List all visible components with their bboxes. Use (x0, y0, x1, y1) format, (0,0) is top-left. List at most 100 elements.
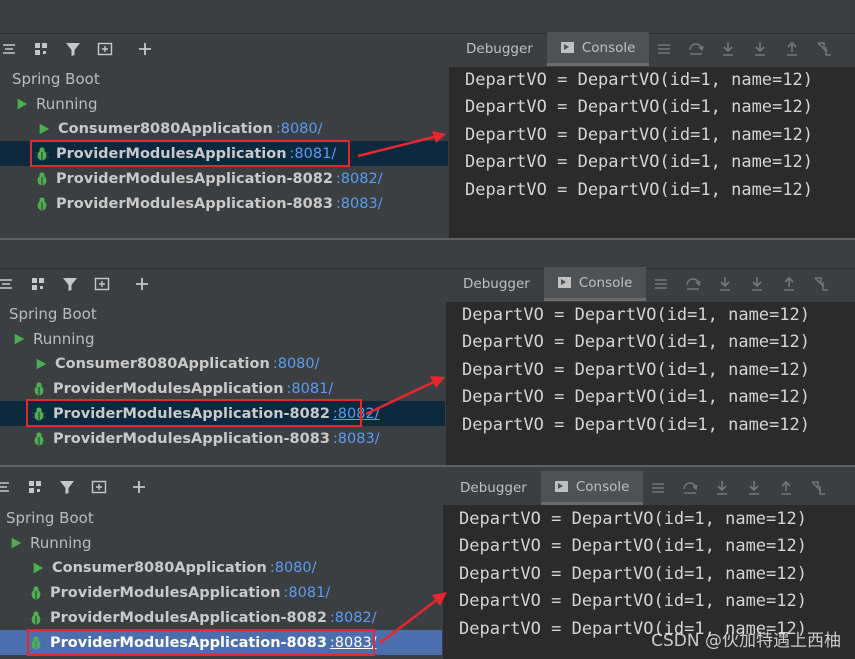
add-icon[interactable] (133, 275, 151, 293)
console-output[interactable]: DepartVO = DepartVO(id=1, name=12) Depar… (446, 302, 855, 465)
add-icon[interactable] (130, 478, 148, 496)
step-out-icon[interactable] (777, 479, 795, 497)
run-to-cursor-icon[interactable] (812, 275, 830, 293)
port-link[interactable]: :8080/ (273, 356, 320, 372)
menu-icon[interactable] (652, 275, 670, 293)
debug-bug-icon (34, 196, 50, 212)
port-link[interactable]: :8081/ (284, 585, 331, 601)
tab-console[interactable]: Console (546, 32, 650, 66)
annotation-arrow (365, 376, 445, 416)
debug-bug-icon (28, 610, 44, 626)
port-link[interactable]: :8080/ (270, 560, 317, 576)
collapse-all-icon[interactable] (0, 40, 18, 58)
tab-debugger[interactable]: Debugger (446, 471, 541, 505)
run-icon (8, 535, 24, 551)
group-by-icon[interactable] (29, 275, 47, 293)
step-over-icon[interactable] (687, 40, 705, 58)
console-line: DepartVO = DepartVO(id=1, name=12) (465, 180, 813, 200)
run-icon (30, 560, 46, 576)
new-tab-icon[interactable] (96, 40, 114, 58)
console-output[interactable]: DepartVO = DepartVO(id=1, name=12) Depar… (449, 67, 855, 238)
debug-tabs: Debugger Console (449, 267, 855, 301)
run-to-cursor-icon[interactable] (815, 40, 833, 58)
group-by-icon[interactable] (26, 478, 44, 496)
group-by-icon[interactable] (32, 40, 50, 58)
tree-app-provider8083[interactable]: ProviderModulesApplication-8083 :8083/ (0, 426, 445, 451)
tree-app-provider8083[interactable]: ProviderModulesApplication-8083 :8083/ (0, 191, 448, 216)
tree-app-provider8082[interactable]: ProviderModulesApplication-8082 :8082/ (0, 166, 448, 191)
force-step-into-icon[interactable] (748, 275, 766, 293)
console-icon (557, 277, 571, 288)
step-out-icon[interactable] (783, 40, 801, 58)
menu-icon[interactable] (655, 40, 673, 58)
tree-spring-boot[interactable]: Spring Boot (0, 66, 448, 91)
tree-app-provider8082[interactable]: ProviderModulesApplication-8082 :8082/ (0, 605, 442, 630)
tree-running[interactable]: Running (0, 326, 445, 351)
console-line: DepartVO = DepartVO(id=1, name=12) (462, 332, 810, 352)
console-line: DepartVO = DepartVO(id=1, name=12) (459, 591, 807, 611)
step-into-icon[interactable] (713, 479, 731, 497)
port-link[interactable]: :8080/ (276, 121, 323, 137)
debug-bug-icon (31, 431, 47, 447)
highlight-box (27, 629, 375, 656)
tree-spring-boot[interactable]: Spring Boot (0, 505, 442, 530)
filter-icon[interactable] (64, 40, 82, 58)
annotation-arrow (357, 131, 446, 158)
services-toolbar (0, 473, 162, 501)
top-strip (0, 0, 855, 34)
tree-running[interactable]: Running (0, 91, 448, 116)
new-tab-icon[interactable] (90, 478, 108, 496)
console-line: DepartVO = DepartVO(id=1, name=12) (462, 305, 810, 325)
force-step-into-icon[interactable] (745, 479, 763, 497)
step-over-icon[interactable] (681, 479, 699, 497)
tab-console[interactable]: Console (540, 471, 644, 505)
port-link[interactable]: :8082/ (330, 610, 377, 626)
tree-app-consumer8080[interactable]: Consumer8080Application :8080/ (0, 555, 442, 580)
console-line: DepartVO = DepartVO(id=1, name=12) (465, 70, 813, 90)
filter-icon[interactable] (61, 275, 79, 293)
step-into-icon[interactable] (716, 275, 734, 293)
console-icon (554, 481, 568, 492)
step-out-icon[interactable] (780, 275, 798, 293)
port-link[interactable]: :8082/ (336, 171, 383, 187)
console-line: DepartVO = DepartVO(id=1, name=12) (465, 125, 813, 145)
run-panel-1: Spring Boot Running Consumer8080Applicat… (0, 0, 855, 238)
step-into-icon[interactable] (719, 40, 737, 58)
console-line: DepartVO = DepartVO(id=1, name=12) (465, 152, 813, 172)
menu-icon[interactable] (649, 479, 667, 497)
debug-tabs: Debugger Console (452, 32, 855, 66)
highlight-box (30, 140, 350, 167)
debug-bug-icon (34, 171, 50, 187)
console-line: DepartVO = DepartVO(id=1, name=12) (462, 387, 810, 407)
console-line: DepartVO = DepartVO(id=1, name=12) (459, 509, 807, 529)
collapse-all-icon[interactable] (0, 275, 15, 293)
run-icon (36, 121, 52, 137)
port-link[interactable]: :8083/ (333, 431, 380, 447)
services-toolbar (0, 270, 165, 298)
run-panel-2: Spring Boot Running Consumer8080Applicat… (0, 240, 855, 465)
tab-debugger[interactable]: Debugger (449, 267, 544, 301)
step-over-icon[interactable] (684, 275, 702, 293)
tab-console[interactable]: Console (543, 267, 647, 301)
tree-app-provider8081[interactable]: ProviderModulesApplication :8081/ (0, 580, 442, 605)
force-step-into-icon[interactable] (751, 40, 769, 58)
collapse-all-icon[interactable] (0, 478, 12, 496)
run-to-cursor-icon[interactable] (809, 479, 827, 497)
debug-bug-icon (31, 381, 47, 397)
add-icon[interactable] (136, 40, 154, 58)
tree-running[interactable]: Running (0, 530, 442, 555)
filter-icon[interactable] (58, 478, 76, 496)
console-line: DepartVO = DepartVO(id=1, name=12) (459, 564, 807, 584)
watermark: CSDN @伙加特遇上西柚 (651, 631, 841, 651)
console-line: DepartVO = DepartVO(id=1, name=12) (462, 360, 810, 380)
tab-debugger[interactable]: Debugger (452, 32, 547, 66)
new-tab-icon[interactable] (93, 275, 111, 293)
console-line: DepartVO = DepartVO(id=1, name=12) (462, 415, 810, 435)
run-icon (33, 356, 49, 372)
port-link[interactable]: :8081/ (287, 381, 334, 397)
console-icon (560, 42, 574, 53)
services-toolbar (0, 35, 168, 63)
tree-spring-boot[interactable]: Spring Boot (0, 301, 445, 326)
port-link[interactable]: :8083/ (336, 196, 383, 212)
top-strip (0, 240, 855, 269)
